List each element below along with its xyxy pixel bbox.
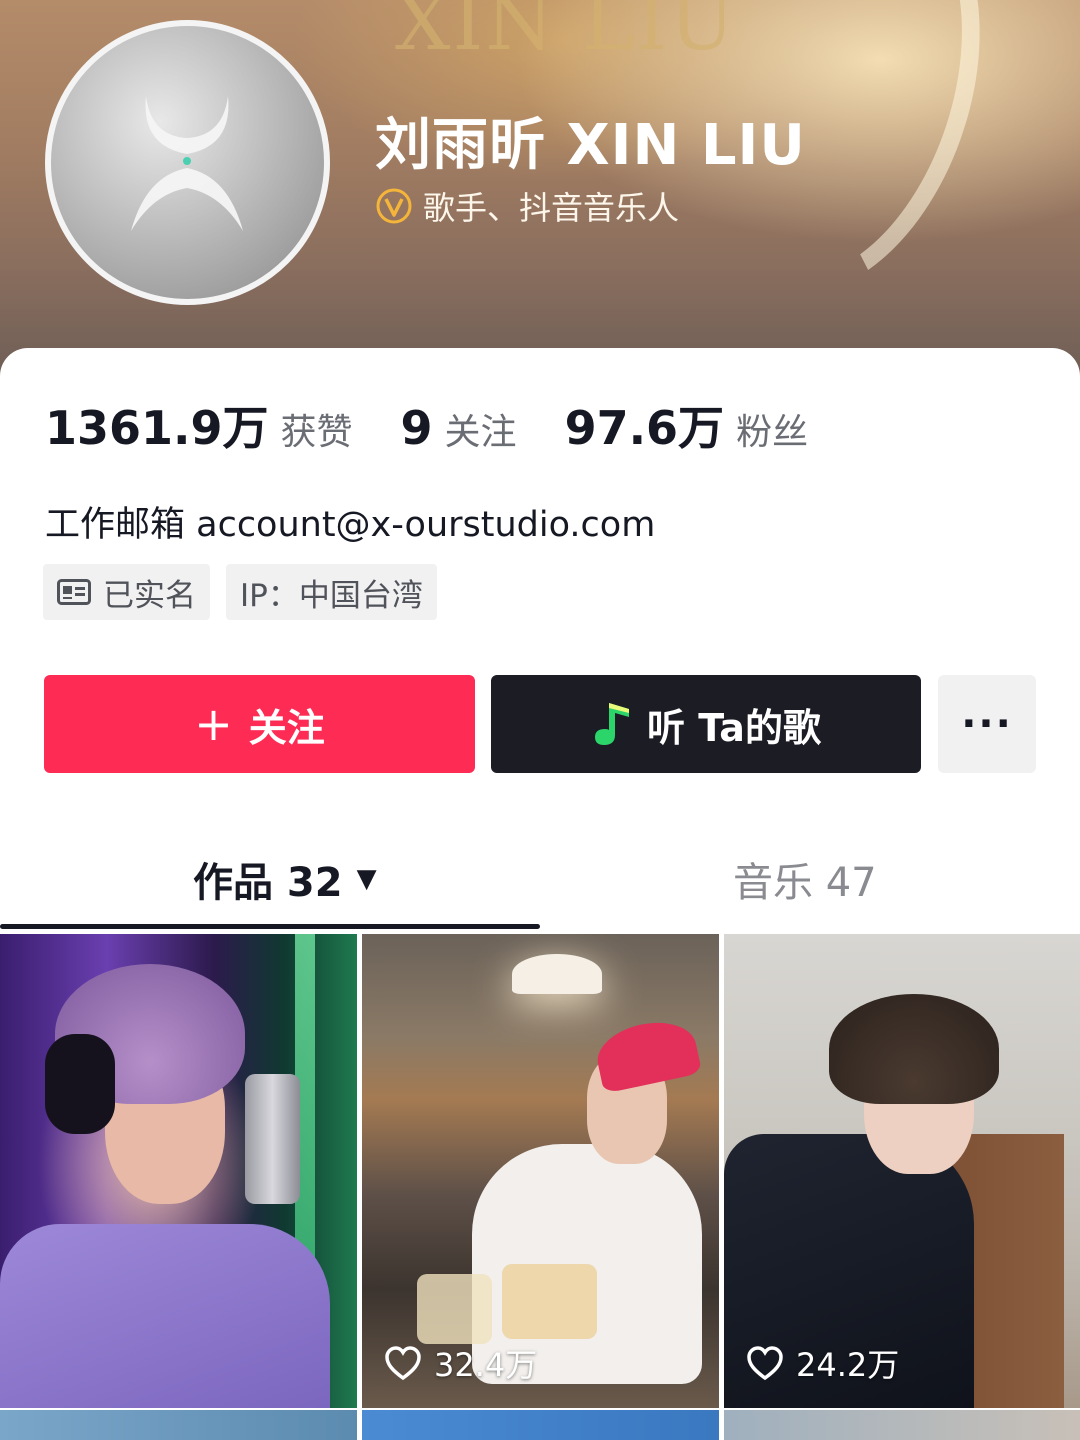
tab-music[interactable]: 音乐 47 — [733, 850, 877, 908]
video-thumbnail[interactable] — [724, 1410, 1080, 1440]
verified-tag-label: 已实名 — [103, 577, 196, 614]
pink-cap — [591, 1014, 703, 1094]
verified-tag: 已实名 — [43, 564, 210, 620]
video-likes: 24.2万 — [746, 1340, 899, 1386]
video-likes-count: 24.2万 — [796, 1346, 900, 1384]
ip-tag: IP：中国台湾 — [226, 564, 437, 620]
heart-icon — [747, 1346, 783, 1381]
video-likes: 32.4万 — [384, 1340, 537, 1386]
verification-row: 歌手、抖音音乐人 — [375, 183, 679, 229]
profile-tags: 已实名 IP：中国台湾 — [43, 564, 437, 620]
pendant-lamp — [512, 954, 602, 994]
xin-liu-logo-icon — [131, 96, 243, 231]
heart-icon — [385, 1346, 421, 1381]
ip-tag-label: IP：中国台湾 — [240, 577, 423, 614]
tab-works[interactable]: 作品 32 ▼ — [193, 850, 377, 908]
stat-followers[interactable]: 97.6万 粉丝 — [565, 392, 809, 458]
follow-button-label: 关注 — [248, 705, 325, 750]
stat-likes[interactable]: 1361.9万 获赞 — [45, 392, 353, 458]
stat-following-value: 9 — [400, 401, 433, 455]
person-hair — [829, 994, 999, 1104]
stat-following-label: 关注 — [444, 412, 517, 453]
video-thumbnail[interactable] — [0, 1410, 357, 1440]
plus-icon: + — [194, 697, 233, 751]
caret-down-icon[interactable]: ▼ — [357, 864, 377, 894]
video-thumbnail[interactable]: 32.4万 — [362, 934, 719, 1408]
more-button[interactable]: ··· — [938, 675, 1036, 773]
id-card-icon — [57, 579, 91, 605]
bio-email: 工作邮箱 account@x-ourstudio.com — [45, 505, 656, 545]
verified-badge-icon — [376, 188, 412, 224]
content-tabs: 作品 32 ▼ 音乐 47 — [0, 840, 1080, 930]
more-dots-icon: ··· — [961, 701, 1013, 747]
glass — [502, 1264, 597, 1339]
tab-music-label: 音乐 47 — [733, 860, 877, 906]
avatar[interactable] — [45, 20, 330, 305]
stat-followers-label: 粉丝 — [736, 412, 809, 453]
video-thumbnail[interactable]: 24.2万 — [724, 934, 1080, 1408]
glass — [417, 1274, 492, 1344]
active-tab-indicator — [0, 924, 540, 929]
video-thumbnail[interactable] — [362, 1410, 719, 1440]
microphone — [245, 1074, 300, 1204]
follow-button[interactable]: + 关注 — [44, 675, 475, 773]
music-note-icon — [595, 703, 630, 745]
listen-songs-label: 听 Ta的歌 — [647, 705, 821, 750]
video-thumbnail[interactable] — [0, 934, 357, 1408]
video-likes-count: 32.4万 — [434, 1346, 538, 1384]
stats-row: 1361.9万 获赞 9 关注 97.6万 粉丝 — [45, 392, 856, 458]
stat-following[interactable]: 9 关注 — [401, 401, 517, 455]
listen-songs-button[interactable]: 听 Ta的歌 — [491, 675, 921, 773]
stat-likes-value: 1361.9万 — [45, 401, 269, 455]
banner-watermark: XIN LIU — [395, 0, 737, 68]
verification-label: 歌手、抖音音乐人 — [423, 189, 680, 227]
person-shirt — [0, 1224, 330, 1408]
headphones — [45, 1034, 115, 1134]
stat-likes-label: 获赞 — [280, 412, 353, 453]
profile-name: 刘雨昕 XIN LIU — [375, 113, 806, 178]
tab-works-label: 作品 32 — [193, 860, 343, 906]
stat-followers-value: 97.6万 — [564, 401, 725, 455]
